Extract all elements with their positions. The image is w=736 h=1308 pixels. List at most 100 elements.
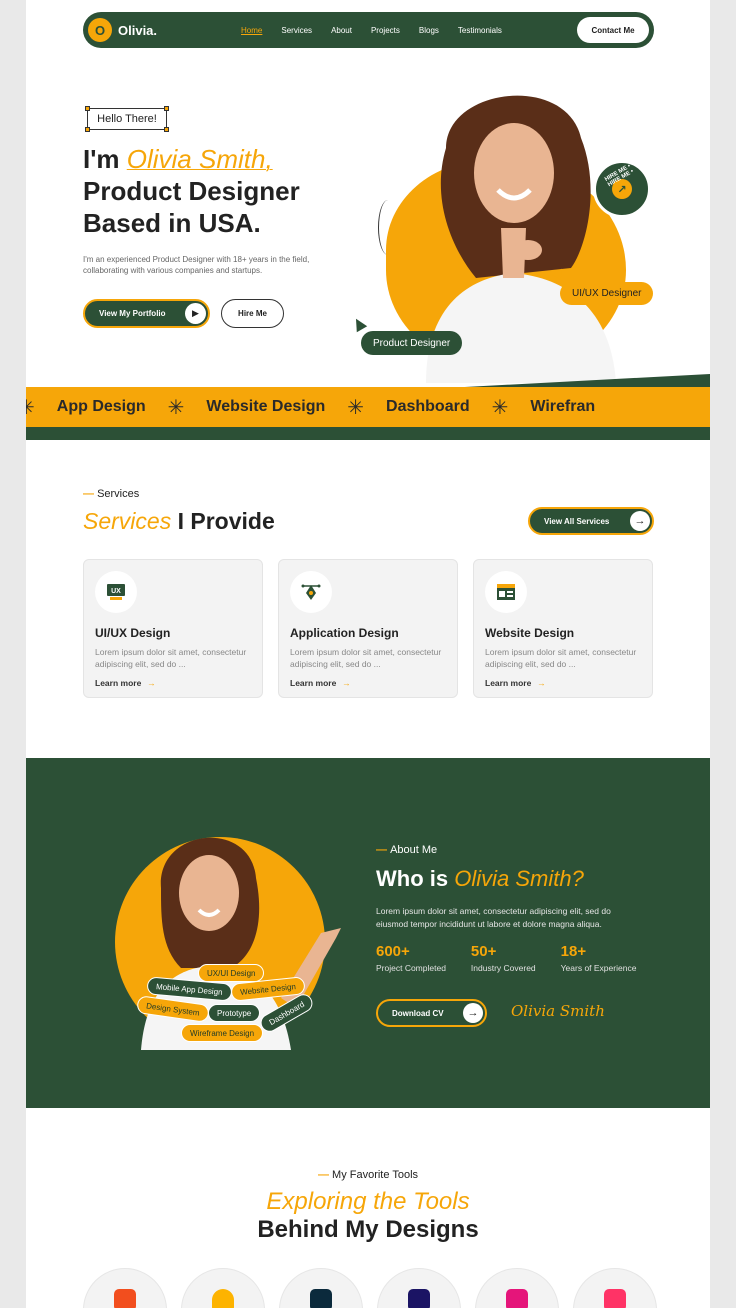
learn-more-link[interactable]: Learn more → — [485, 678, 546, 688]
marquee-band: ✳ App Design ✳ Website Design ✳ Dashboar… — [26, 387, 710, 427]
card-description: Lorem ipsum dolor sit amet, consectetur … — [485, 647, 637, 669]
greeting-badge: Hello There! — [85, 106, 169, 132]
tools-title-line2: Behind My Designs — [257, 1216, 479, 1243]
about-section: UX/UI Design Mobile App Design Website D… — [26, 758, 710, 1108]
contact-button[interactable]: Contact Me — [577, 17, 649, 43]
hero-title-line3: Based in USA. — [83, 208, 261, 238]
nav-link-home[interactable]: Home — [241, 26, 262, 35]
arrow-right-icon: → — [342, 678, 351, 688]
stat-number: 18+ — [560, 943, 587, 960]
card-title: Application Design — [290, 626, 399, 640]
nav-link-about[interactable]: About — [331, 26, 352, 35]
download-cv-button[interactable]: Download CV → — [376, 999, 487, 1027]
stat-years: 18+ Years of Experience — [561, 943, 637, 973]
cursor-pointer-icon — [350, 315, 368, 333]
stat-label: Industry Covered — [470, 963, 536, 973]
top-navbar: O Olivia. Home Services About Projects B… — [83, 12, 654, 48]
learn-more-label: Learn more — [485, 678, 532, 688]
ux-icon: UX — [95, 571, 137, 613]
nav-link-testimonials[interactable]: Testimonials — [458, 26, 502, 35]
stat-number: 600+ — [376, 943, 410, 960]
signature: Olivia Smith — [511, 1002, 605, 1020]
stat-label: Project Completed — [376, 963, 446, 973]
view-all-services-button[interactable]: View All Services → — [528, 507, 654, 535]
nav-link-services[interactable]: Services — [281, 26, 312, 35]
invision-icon — [604, 1289, 626, 1308]
stackbit-icon — [506, 1289, 528, 1308]
card-title: UI/UX Design — [95, 626, 171, 640]
learn-more-link[interactable]: Learn more → — [290, 678, 351, 688]
stat-industries: 50+ Industry Covered — [471, 943, 536, 973]
services-title-highlight: Services — [83, 508, 172, 534]
marquee-item: Website Design — [206, 398, 326, 415]
after-effects-icon — [408, 1289, 430, 1308]
arrow-right-icon: → — [630, 511, 650, 531]
figma-icon — [114, 1289, 136, 1308]
marquee-item: App Design — [56, 398, 146, 415]
tools-eyebrow: My Favorite Tools — [26, 1169, 710, 1181]
arrow-right-icon: → — [463, 1003, 483, 1023]
service-card-uiux[interactable]: UX UI/UX Design Lorem ipsum dolor sit am… — [83, 559, 263, 698]
stat-projects: 600+ Project Completed — [376, 943, 446, 973]
tools-title-line1: Exploring the Tools — [266, 1188, 470, 1215]
svg-text:UX: UX — [111, 588, 121, 595]
corner-handle — [85, 106, 90, 111]
stats-row: 600+ Project Completed 50+ Industry Cove… — [376, 943, 661, 973]
greeting-text: Hello There! — [97, 113, 157, 125]
service-card-application[interactable]: Application Design Lorem ipsum dolor sit… — [278, 559, 458, 698]
corner-handle — [164, 127, 169, 132]
sketch-icon — [212, 1289, 234, 1308]
card-description: Lorem ipsum dolor sit amet, consectetur … — [95, 647, 247, 669]
card-title: Website Design — [485, 626, 575, 640]
nav-links: Home Services About Projects Blogs Testi… — [241, 26, 521, 35]
hero-title-prefix: I'm — [83, 144, 127, 174]
asterisk-icon: ✳ — [491, 396, 509, 419]
photoshop-icon — [310, 1289, 332, 1308]
logo-mark-icon: O — [88, 18, 112, 42]
browser-icon — [485, 571, 527, 613]
service-card-website[interactable]: Website Design Lorem ipsum dolor sit ame… — [473, 559, 653, 698]
about-eyebrow: About Me — [376, 844, 437, 856]
logo[interactable]: O Olivia. — [88, 18, 157, 42]
tool-figma[interactable] — [83, 1268, 167, 1308]
tool-stackbit[interactable] — [475, 1268, 559, 1308]
tool-invision[interactable] — [573, 1268, 657, 1308]
about-title: Who is Olivia Smith? — [376, 866, 584, 892]
download-cv-label: Download CV — [392, 1008, 444, 1018]
hire-me-badge[interactable]: HIRE ME • HIRE ME • ↗ — [593, 160, 651, 218]
about-title-prefix: Who is — [376, 866, 455, 891]
asterisk-icon: ✳ — [167, 396, 185, 419]
arrow-right-icon: → — [537, 678, 546, 688]
product-designer-tag: Product Designer — [361, 331, 463, 355]
tool-sketch[interactable] — [181, 1268, 265, 1308]
tools-row — [83, 1268, 657, 1308]
marquee-item: Dashboard — [386, 398, 470, 415]
logo-text: Olivia. — [118, 22, 158, 38]
skill-pill: Wireframe Design — [181, 1024, 264, 1042]
view-portfolio-button[interactable]: View My Portfolio ▶ — [83, 299, 210, 328]
uiux-designer-tag: UI/UX Designer — [560, 282, 654, 305]
stat-label: Years of Experience — [560, 963, 637, 973]
nav-link-blogs[interactable]: Blogs — [419, 26, 439, 35]
services-eyebrow: Services — [83, 488, 139, 500]
asterisk-icon: ✳ — [26, 396, 35, 419]
about-title-name: Olivia Smith? — [454, 866, 584, 891]
view-portfolio-label: View My Portfolio — [99, 309, 166, 318]
arrow-right-icon: → — [147, 678, 156, 688]
hero-description: I'm an experienced Product Designer with… — [83, 255, 310, 275]
tool-photoshop[interactable] — [279, 1268, 363, 1308]
learn-more-label: Learn more — [95, 678, 142, 688]
learn-more-link[interactable]: Learn more → — [95, 678, 156, 688]
services-title-rest: I Provide — [171, 508, 275, 534]
hero-title-name: Olivia Smith, — [126, 144, 273, 174]
asterisk-icon: ✳ — [347, 396, 365, 419]
view-all-services-label: View All Services — [544, 516, 610, 526]
hero-title: I'm Olivia Smith, Product Designer Based… — [83, 143, 383, 239]
skill-pill: Prototype — [208, 1004, 261, 1022]
hire-me-button[interactable]: Hire Me — [221, 299, 284, 328]
service-cards: UX UI/UX Design Lorem ipsum dolor sit am… — [83, 559, 653, 698]
about-description: Lorem ipsum dolor sit amet, consectetur … — [376, 906, 611, 929]
tool-after-effects[interactable] — [377, 1268, 461, 1308]
nav-link-projects[interactable]: Projects — [371, 26, 400, 35]
stat-number: 50+ — [470, 943, 497, 960]
